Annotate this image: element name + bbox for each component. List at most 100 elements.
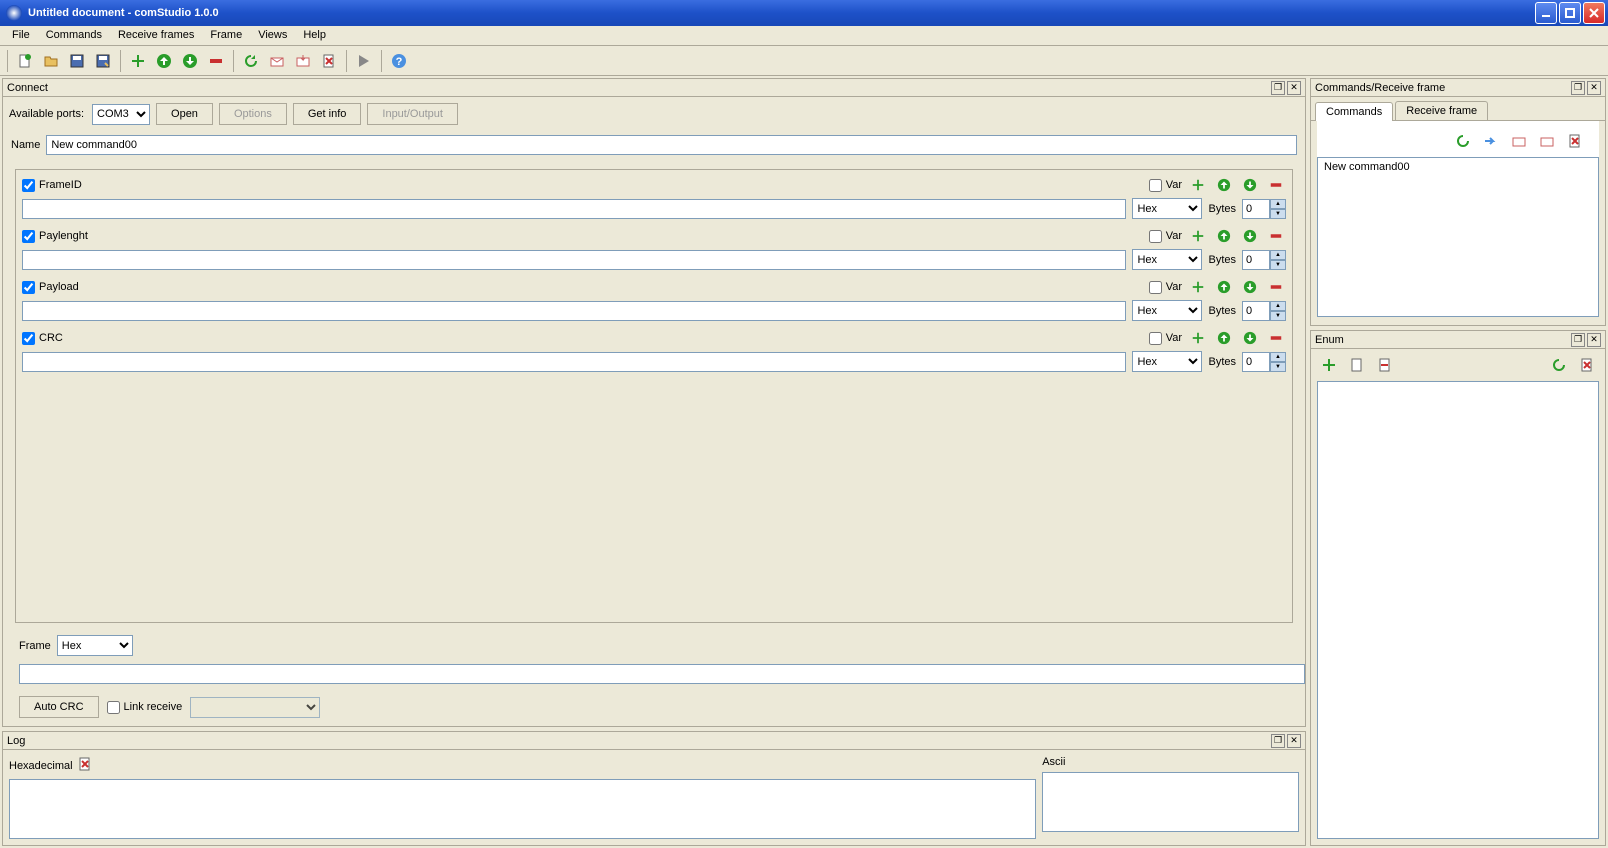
field-remove-icon[interactable]	[1266, 329, 1286, 347]
panel-close-icon[interactable]: ✕	[1587, 333, 1601, 347]
close-button[interactable]	[1583, 2, 1605, 24]
field-format-select[interactable]: Hex	[1132, 300, 1202, 321]
menu-commands[interactable]: Commands	[38, 26, 110, 45]
hex-log-box[interactable]	[9, 779, 1036, 839]
bytes-spin-up[interactable]: ▲	[1270, 250, 1286, 260]
tab-receive-frame[interactable]: Receive frame	[1395, 101, 1488, 120]
bytes-input[interactable]	[1242, 199, 1270, 219]
field-format-select[interactable]: Hex	[1132, 249, 1202, 270]
bytes-spin-up[interactable]: ▲	[1270, 301, 1286, 311]
bytes-input[interactable]	[1242, 352, 1270, 372]
cmd-delete-icon[interactable]	[1563, 129, 1587, 153]
var-checkbox[interactable]	[1149, 281, 1162, 294]
options-button[interactable]: Options	[219, 103, 287, 125]
bytes-spin-down[interactable]: ▼	[1270, 260, 1286, 270]
link-receive-select[interactable]	[190, 697, 320, 718]
minimize-button[interactable]	[1535, 2, 1557, 24]
tab-commands[interactable]: Commands	[1315, 102, 1393, 121]
field-format-select[interactable]: Hex	[1132, 198, 1202, 219]
field-checkbox[interactable]	[22, 281, 35, 294]
var-checkbox[interactable]	[1149, 179, 1162, 192]
field-down-icon[interactable]	[1240, 278, 1260, 296]
toolbar-remove-icon[interactable]	[204, 49, 228, 73]
commands-list[interactable]: New command00	[1317, 157, 1599, 317]
clear-hex-icon[interactable]	[77, 756, 93, 775]
bytes-spin-down[interactable]: ▼	[1270, 362, 1286, 372]
enum-remove-icon[interactable]	[1373, 353, 1397, 377]
menu-views[interactable]: Views	[250, 26, 295, 45]
panel-restore-icon[interactable]: ❐	[1271, 81, 1285, 95]
field-remove-icon[interactable]	[1266, 227, 1286, 245]
field-checkbox[interactable]	[22, 230, 35, 243]
field-value-input[interactable]	[22, 301, 1126, 321]
menu-receive-frames[interactable]: Receive frames	[110, 26, 202, 45]
toolbar-open-icon[interactable]	[39, 49, 63, 73]
toolbar-new-icon[interactable]	[13, 49, 37, 73]
enum-delete-icon[interactable]	[1575, 353, 1599, 377]
bytes-spin-down[interactable]: ▼	[1270, 209, 1286, 219]
field-checkbox[interactable]	[22, 179, 35, 192]
field-up-icon[interactable]	[1214, 176, 1234, 194]
var-checkbox[interactable]	[1149, 230, 1162, 243]
toolbar-delete-icon[interactable]	[317, 49, 341, 73]
field-remove-icon[interactable]	[1266, 278, 1286, 296]
bytes-spin-up[interactable]: ▲	[1270, 199, 1286, 209]
name-input[interactable]	[46, 135, 1297, 155]
cmd-refresh-icon[interactable]	[1451, 129, 1475, 153]
toolbar-saveas-icon[interactable]	[91, 49, 115, 73]
menu-file[interactable]: File	[4, 26, 38, 45]
toolbar-up-icon[interactable]	[152, 49, 176, 73]
field-format-select[interactable]: Hex	[1132, 351, 1202, 372]
bytes-input[interactable]	[1242, 301, 1270, 321]
var-checkbox[interactable]	[1149, 332, 1162, 345]
field-remove-icon[interactable]	[1266, 176, 1286, 194]
enum-add-icon[interactable]	[1317, 353, 1341, 377]
getinfo-button[interactable]: Get info	[293, 103, 362, 125]
field-checkbox[interactable]	[22, 332, 35, 345]
enum-list[interactable]	[1317, 381, 1599, 839]
field-up-icon[interactable]	[1214, 227, 1234, 245]
field-value-input[interactable]	[22, 199, 1126, 219]
menu-help[interactable]: Help	[295, 26, 334, 45]
input-output-button[interactable]: Input/Output	[367, 103, 458, 125]
enum-refresh-icon[interactable]	[1547, 353, 1571, 377]
cmd-arrow-icon[interactable]	[1479, 129, 1503, 153]
maximize-button[interactable]	[1559, 2, 1581, 24]
bytes-spin-up[interactable]: ▲	[1270, 352, 1286, 362]
field-add-icon[interactable]	[1188, 227, 1208, 245]
toolbar-refresh-icon[interactable]	[239, 49, 263, 73]
field-value-input[interactable]	[22, 352, 1126, 372]
open-button[interactable]: Open	[156, 103, 213, 125]
panel-restore-icon[interactable]: ❐	[1571, 333, 1585, 347]
panel-close-icon[interactable]: ✕	[1287, 734, 1301, 748]
bytes-input[interactable]	[1242, 250, 1270, 270]
field-down-icon[interactable]	[1240, 227, 1260, 245]
frame-value-input[interactable]	[19, 664, 1305, 684]
link-receive-checkbox[interactable]	[107, 701, 120, 714]
cmd-down-icon[interactable]	[1535, 129, 1559, 153]
panel-restore-icon[interactable]: ❐	[1271, 734, 1285, 748]
panel-restore-icon[interactable]: ❐	[1571, 81, 1585, 95]
field-down-icon[interactable]	[1240, 329, 1260, 347]
field-up-icon[interactable]	[1214, 278, 1234, 296]
field-add-icon[interactable]	[1188, 329, 1208, 347]
ascii-log-box[interactable]	[1042, 772, 1299, 832]
field-add-icon[interactable]	[1188, 278, 1208, 296]
toolbar-receive-icon[interactable]	[291, 49, 315, 73]
field-down-icon[interactable]	[1240, 176, 1260, 194]
enum-edit-icon[interactable]	[1345, 353, 1369, 377]
toolbar-help-icon[interactable]: ?	[387, 49, 411, 73]
bytes-spin-down[interactable]: ▼	[1270, 311, 1286, 321]
menu-frame[interactable]: Frame	[202, 26, 250, 45]
field-value-input[interactable]	[22, 250, 1126, 270]
toolbar-run-icon[interactable]	[352, 49, 376, 73]
panel-close-icon[interactable]: ✕	[1287, 81, 1301, 95]
toolbar-save-icon[interactable]	[65, 49, 89, 73]
port-select[interactable]: COM3	[92, 104, 150, 125]
field-add-icon[interactable]	[1188, 176, 1208, 194]
toolbar-send-icon[interactable]	[265, 49, 289, 73]
frame-format-select[interactable]: Hex	[57, 635, 133, 656]
toolbar-down-icon[interactable]	[178, 49, 202, 73]
list-item[interactable]: New command00	[1320, 160, 1596, 174]
panel-close-icon[interactable]: ✕	[1587, 81, 1601, 95]
